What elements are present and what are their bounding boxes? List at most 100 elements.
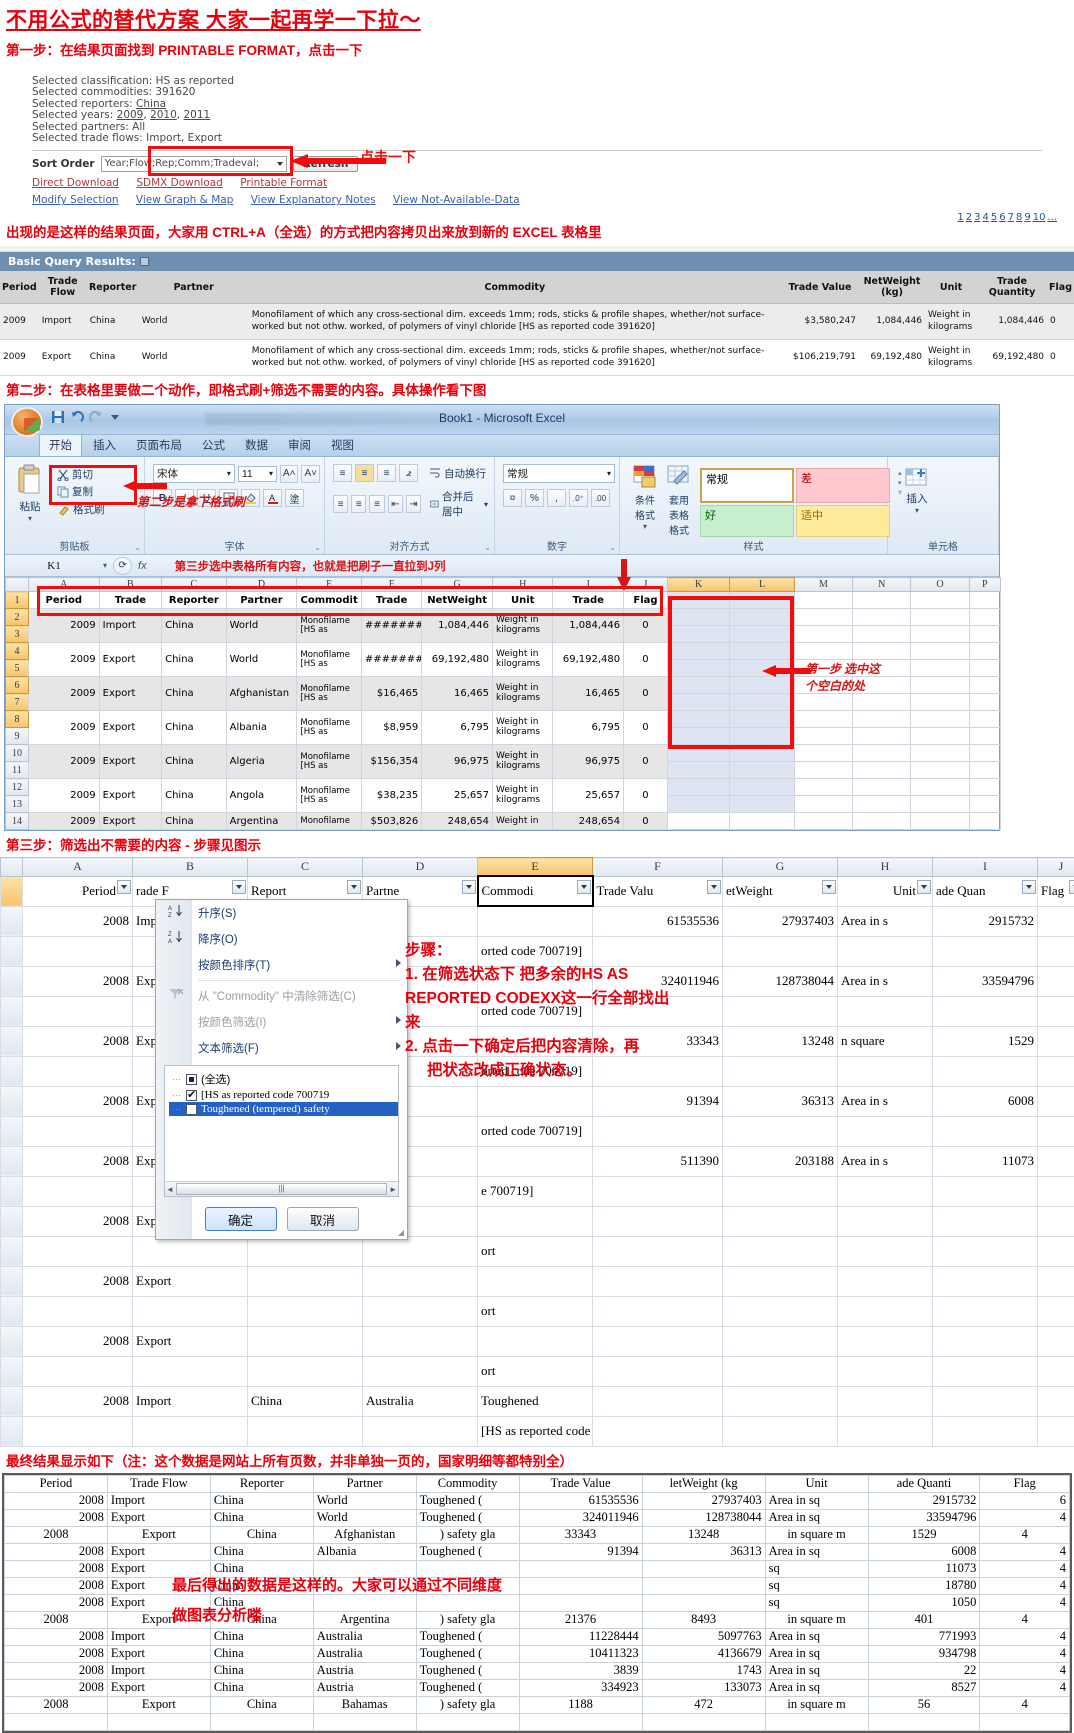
cell-netweight[interactable] bbox=[723, 1056, 838, 1086]
cell-p7[interactable] bbox=[969, 694, 1000, 711]
cell-o9[interactable] bbox=[911, 728, 969, 745]
cell-value[interactable] bbox=[593, 1296, 723, 1326]
cell-netweight[interactable] bbox=[723, 1176, 838, 1206]
name-box[interactable]: K1 bbox=[11, 560, 97, 572]
cell-flow[interactable]: Export bbox=[107, 1679, 210, 1696]
col-header-b[interactable]: B bbox=[99, 578, 161, 592]
col-header-l[interactable]: L bbox=[730, 578, 795, 592]
cell-flag[interactable] bbox=[1038, 1356, 1074, 1386]
resize-grip-icon[interactable]: ◢ bbox=[398, 1228, 404, 1237]
cell-value[interactable] bbox=[519, 1577, 642, 1594]
cell-c10[interactable]: China bbox=[162, 745, 227, 779]
col-header-i[interactable]: I bbox=[933, 858, 1038, 877]
cell-unit[interactable] bbox=[838, 1386, 933, 1416]
decrease-font-size-icon[interactable]: A˅ bbox=[301, 465, 320, 483]
cell-period[interactable]: 2008 bbox=[23, 1326, 133, 1356]
cell-flag[interactable]: 4 bbox=[1038, 1386, 1074, 1416]
filter-header-unit[interactable]: Unit bbox=[838, 876, 933, 906]
filter-button-reporter[interactable] bbox=[347, 880, 361, 894]
cell-l13[interactable] bbox=[730, 796, 795, 813]
select-all-corner[interactable] bbox=[6, 578, 29, 592]
cell-a1[interactable]: Period bbox=[28, 592, 99, 609]
cell-m7[interactable] bbox=[794, 694, 852, 711]
percent-style-button[interactable]: % bbox=[525, 489, 544, 507]
cell-l14[interactable] bbox=[730, 813, 795, 830]
cell-k11[interactable] bbox=[667, 762, 729, 779]
row-header[interactable] bbox=[1, 966, 23, 996]
cell-commodity[interactable]: Toughened ( bbox=[416, 1509, 519, 1526]
cell-filler[interactable] bbox=[519, 1713, 642, 1730]
cell-qty[interactable]: 33594796 bbox=[868, 1509, 980, 1526]
row-header[interactable] bbox=[1, 1356, 23, 1386]
cell-flag[interactable]: 4 bbox=[1038, 1206, 1074, 1236]
cell-flag[interactable]: 4 bbox=[980, 1645, 1070, 1662]
page-link[interactable]: 4 bbox=[982, 212, 988, 223]
row-header-10[interactable]: 10 bbox=[6, 745, 29, 762]
cell-e6[interactable]: Monofilame [HS as bbox=[297, 677, 362, 711]
cell-value[interactable] bbox=[593, 1236, 723, 1266]
cell-qty[interactable]: 22 bbox=[868, 1662, 980, 1679]
cell-value[interactable] bbox=[519, 1594, 642, 1611]
cell-period[interactable]: 2008 bbox=[5, 1577, 108, 1594]
cell-flow[interactable]: Export bbox=[107, 1696, 210, 1713]
cell-o12[interactable] bbox=[911, 779, 969, 796]
cell-l12[interactable] bbox=[730, 779, 795, 796]
number-format-combo[interactable]: 常规▾ bbox=[503, 464, 615, 483]
cell-partner[interactable]: World bbox=[313, 1509, 416, 1526]
page-link[interactable]: 6 bbox=[999, 212, 1005, 223]
cell-flag[interactable]: 6 bbox=[1038, 906, 1074, 936]
wrap-text-button[interactable]: 自动换行 bbox=[427, 465, 488, 482]
cell-unit[interactable]: in square m bbox=[765, 1526, 868, 1543]
filter-header-netweight[interactable]: etWeight bbox=[723, 876, 838, 906]
cell-unit[interactable] bbox=[838, 1356, 933, 1386]
cell-reporter[interactable]: China bbox=[210, 1509, 313, 1526]
col-header-p[interactable]: P bbox=[969, 578, 1000, 592]
cell-reporter[interactable]: China bbox=[248, 1386, 363, 1416]
cell-p1[interactable] bbox=[969, 592, 1000, 609]
cell-unit[interactable]: Area in sq bbox=[765, 1628, 868, 1645]
cell-unit[interactable]: Area in sq bbox=[765, 1679, 868, 1696]
col-header-o[interactable]: O bbox=[911, 578, 969, 592]
cell-g8[interactable]: 6,795 bbox=[422, 711, 493, 745]
cell-flow[interactable]: Import bbox=[107, 1492, 210, 1509]
filter-header-flag[interactable]: Flag bbox=[1038, 876, 1074, 906]
cell-netweight[interactable] bbox=[723, 996, 838, 1026]
filter-by-color-item[interactable]: 按颜色筛选(I) bbox=[156, 1009, 407, 1035]
spreadsheet-grid-step3[interactable]: A B C D E F G H I J Period rade F Report… bbox=[0, 857, 1074, 1447]
cell-period[interactable] bbox=[23, 1056, 133, 1086]
cell-period[interactable] bbox=[23, 1116, 133, 1146]
cell-netweight[interactable] bbox=[723, 1206, 838, 1236]
cell-n10[interactable] bbox=[853, 745, 911, 762]
cell-e1[interactable]: Commodit bbox=[297, 592, 362, 609]
cell-p5[interactable] bbox=[969, 660, 1000, 677]
cell-reporter[interactable]: China bbox=[210, 1543, 313, 1560]
cell-n7[interactable] bbox=[853, 694, 911, 711]
cell-flow[interactable]: Export bbox=[107, 1509, 210, 1526]
cell-n2[interactable] bbox=[853, 609, 911, 626]
number-dialog-launcher[interactable]: ⌄ bbox=[609, 543, 616, 552]
cell-o13[interactable] bbox=[911, 796, 969, 813]
row-header[interactable] bbox=[1, 1176, 23, 1206]
cell-flow[interactable]: Import bbox=[133, 1386, 248, 1416]
cell-value[interactable]: 91394 bbox=[519, 1543, 642, 1560]
scrollbar-thumb[interactable]: ||| bbox=[176, 1183, 387, 1195]
filter-item-select-all[interactable]: ⋯ (全选) bbox=[169, 1070, 398, 1088]
cell-netweight[interactable] bbox=[642, 1594, 765, 1611]
cell-p2[interactable] bbox=[969, 609, 1000, 626]
cell-commodity[interactable]: e 700719] bbox=[478, 1176, 593, 1206]
cell-flag[interactable] bbox=[1038, 1176, 1074, 1206]
cell-period[interactable]: 2008 bbox=[5, 1611, 108, 1628]
cell-filler[interactable] bbox=[313, 1713, 416, 1730]
sort-ascending-item[interactable]: AZ 升序(S) bbox=[156, 900, 407, 926]
cell-d10[interactable]: Algeria bbox=[226, 745, 297, 779]
cell-p10[interactable] bbox=[969, 745, 1000, 762]
col-header-d[interactable]: D bbox=[363, 858, 478, 877]
page-link[interactable]: 1 bbox=[957, 212, 963, 223]
cell-partner[interactable]: Australia bbox=[363, 1386, 478, 1416]
cell-h12[interactable]: Weight in kilograms bbox=[493, 779, 553, 813]
cell-commodity[interactable]: Toughened ( bbox=[416, 1662, 519, 1679]
row-header[interactable] bbox=[1, 1206, 23, 1236]
font-dialog-launcher[interactable]: ⌄ bbox=[314, 543, 321, 552]
horizontal-scrollbar[interactable]: ◄ ||| ► bbox=[165, 1181, 398, 1196]
cell-value[interactable]: 10411323 bbox=[519, 1645, 642, 1662]
